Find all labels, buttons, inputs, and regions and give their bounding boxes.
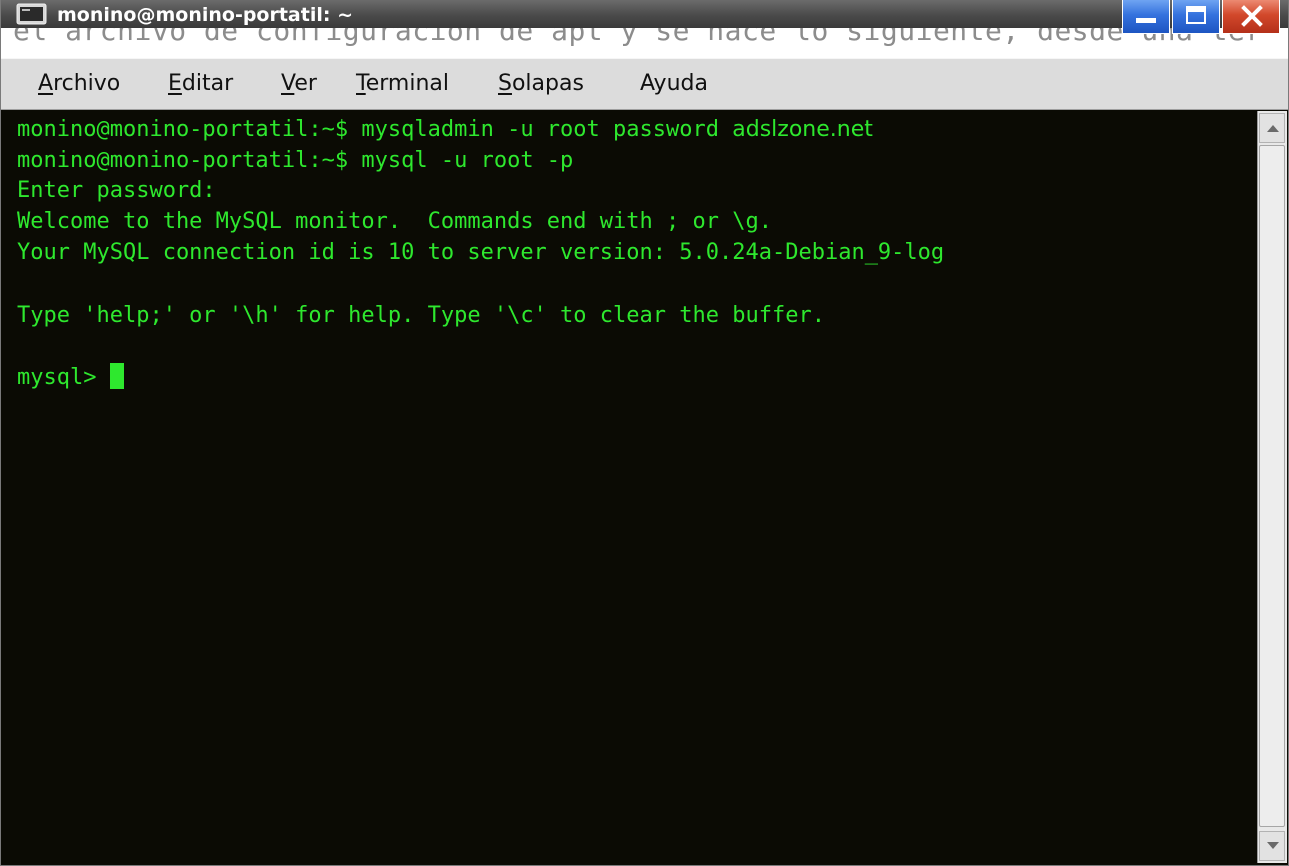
menu-archivo-label: rchivo bbox=[53, 71, 121, 96]
terminal-line: Your MySQL connection id is 10 to server… bbox=[17, 240, 945, 265]
terminal-line: monino@monino-portatil:~$ mysqladmin -u … bbox=[17, 114, 873, 146]
menu-archivo-mnemonic: A bbox=[38, 71, 54, 96]
window-left-edge bbox=[1, 111, 13, 863]
text-cursor bbox=[109, 363, 124, 389]
terminal-line: mysql> bbox=[17, 362, 124, 394]
arrow-down-icon bbox=[1267, 842, 1279, 849]
menu-solapas-mnemonic: S bbox=[498, 71, 512, 96]
shell-prompt: monino@monino-portatil:~$ bbox=[17, 117, 362, 142]
arrow-up-icon bbox=[1267, 125, 1279, 132]
terminal-icon[interactable] bbox=[16, 2, 48, 26]
menu-solapas[interactable]: Solapas bbox=[498, 69, 584, 99]
menu-bar: Archivo Editar Ver Terminal Solapas Ayud… bbox=[1, 58, 1288, 110]
menu-ayuda[interactable]: Ayuda bbox=[640, 69, 708, 99]
close-icon bbox=[1241, 5, 1263, 27]
menu-editar-label: ditar bbox=[181, 71, 234, 96]
maximize-button[interactable] bbox=[1172, 0, 1220, 34]
terminal-window: el archivo de configuracion de apt y se … bbox=[0, 0, 1289, 866]
scroll-down-button[interactable] bbox=[1259, 831, 1285, 861]
menu-ver-mnemonic: V bbox=[281, 71, 295, 96]
window-controls bbox=[1122, 0, 1280, 36]
menu-editar-mnemonic: E bbox=[168, 71, 182, 96]
menu-terminal-label: erminal bbox=[365, 71, 449, 96]
window-title: monino@monino-portatil: ~ bbox=[57, 4, 353, 26]
terminal-line: monino@monino-portatil:~$ mysql -u root … bbox=[17, 145, 573, 177]
menu-ver[interactable]: Ver bbox=[281, 69, 317, 99]
minimize-button[interactable] bbox=[1122, 0, 1170, 34]
scroll-up-button[interactable] bbox=[1259, 113, 1285, 143]
command-argument: adslzone.net bbox=[732, 117, 873, 142]
terminal-line: Enter password: bbox=[17, 178, 216, 203]
mysql-prompt: mysql> bbox=[17, 365, 110, 390]
close-button[interactable] bbox=[1222, 0, 1280, 34]
terminal-line: Welcome to the MySQL monitor. Commands e… bbox=[17, 209, 772, 234]
maximize-icon bbox=[1186, 6, 1206, 24]
menu-editar[interactable]: Editar bbox=[168, 69, 233, 99]
menu-ayuda-label: Ayuda bbox=[640, 71, 708, 96]
shell-prompt: monino@monino-portatil:~$ bbox=[17, 148, 362, 173]
terminal-line: Type 'help;' or '\h' for help. Type '\c'… bbox=[17, 303, 825, 328]
menu-archivo[interactable]: Archivo bbox=[38, 69, 120, 99]
scrollbar-thumb[interactable] bbox=[1259, 145, 1285, 827]
vertical-scrollbar[interactable] bbox=[1257, 111, 1287, 863]
terminal-output[interactable]: monino@monino-portatil:~$ mysqladmin -u … bbox=[13, 111, 1255, 863]
command-text: mysqladmin -u root password bbox=[361, 117, 733, 142]
menu-terminal[interactable]: Terminal bbox=[356, 69, 449, 99]
menu-ver-label: er bbox=[294, 71, 317, 96]
title-bar[interactable]: el archivo de configuracion de apt y se … bbox=[1, 0, 1288, 59]
minimize-icon bbox=[1136, 18, 1156, 23]
menu-terminal-mnemonic: T bbox=[356, 71, 366, 96]
command-text: mysql -u root -p bbox=[361, 148, 574, 173]
menu-solapas-label: olapas bbox=[511, 71, 584, 96]
